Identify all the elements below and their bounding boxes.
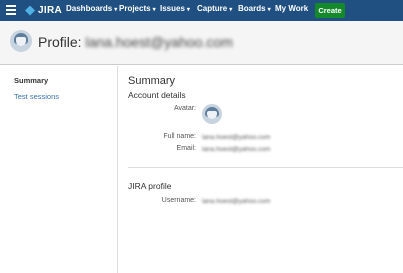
chevron-down-icon: ▾ <box>114 7 118 13</box>
nav-my-work-label: My Work <box>275 4 309 13</box>
full-name-value: lana.hoest@yahoo.com <box>202 134 271 141</box>
create-button[interactable]: Create <box>315 3 345 18</box>
nav-capture[interactable]: Capture ▾ <box>197 4 232 13</box>
avatar-label: Avatar: <box>173 105 196 112</box>
account-details-heading: Account details <box>128 90 186 100</box>
main-content: Summary Account details Avatar: Full nam… <box>119 66 403 273</box>
page-title-prefix: Profile: <box>38 34 82 50</box>
nav-capture-label: Capture <box>197 4 228 13</box>
nav-projects-label: Projects <box>119 4 151 13</box>
avatar <box>10 30 32 52</box>
page-title-user: lana.hoest@yahoo.com <box>85 34 233 50</box>
sidebar: Summary Test sessions <box>0 66 118 273</box>
jira-logo-icon <box>25 5 35 16</box>
avatar[interactable] <box>202 104 222 124</box>
nav-projects[interactable]: Projects ▾ <box>119 4 156 13</box>
email-value[interactable]: lana.hoest@yahoo.com <box>202 146 270 153</box>
menu-icon[interactable] <box>6 5 16 16</box>
page-title: Profile: lana.hoest@yahoo.com <box>38 34 233 50</box>
page-header: Profile: lana.hoest@yahoo.com <box>0 21 403 65</box>
nav-boards-label: Boards <box>238 4 266 13</box>
nav-dashboards[interactable]: Dashboards ▾ <box>66 4 117 13</box>
nav-issues-label: Issues <box>160 4 185 13</box>
jira-profile-heading: JIRA profile <box>128 181 172 191</box>
avatar-face-shape <box>207 111 217 119</box>
chevron-down-icon: ▾ <box>186 7 190 13</box>
username-label: Username: <box>161 197 196 204</box>
chevron-down-icon: ▾ <box>229 7 233 13</box>
nav-boards[interactable]: Boards ▾ <box>238 4 271 13</box>
jira-logo-text: JIRA <box>38 5 62 16</box>
nav-issues[interactable]: Issues ▾ <box>160 4 190 13</box>
chevron-down-icon: ▾ <box>152 7 156 13</box>
username-value: lana.hoest@yahoo.com <box>202 198 271 205</box>
full-name-label: Full name: <box>163 133 196 140</box>
nav-dashboards-label: Dashboards <box>66 4 113 13</box>
section-divider <box>128 167 403 168</box>
avatar-face-shape <box>16 37 26 46</box>
nav-my-work[interactable]: My Work <box>275 4 308 13</box>
email-label: Email: <box>176 145 196 152</box>
sidebar-item-test-sessions[interactable]: Test sessions <box>14 92 59 101</box>
chevron-down-icon: ▾ <box>267 7 271 13</box>
section-title: Summary <box>128 75 176 87</box>
sidebar-item-summary[interactable]: Summary <box>14 76 48 85</box>
jira-logo[interactable]: JIRA <box>25 3 62 18</box>
top-nav-bar: JIRA Dashboards ▾ Projects ▾ Issues ▾ Captu… <box>0 0 403 21</box>
